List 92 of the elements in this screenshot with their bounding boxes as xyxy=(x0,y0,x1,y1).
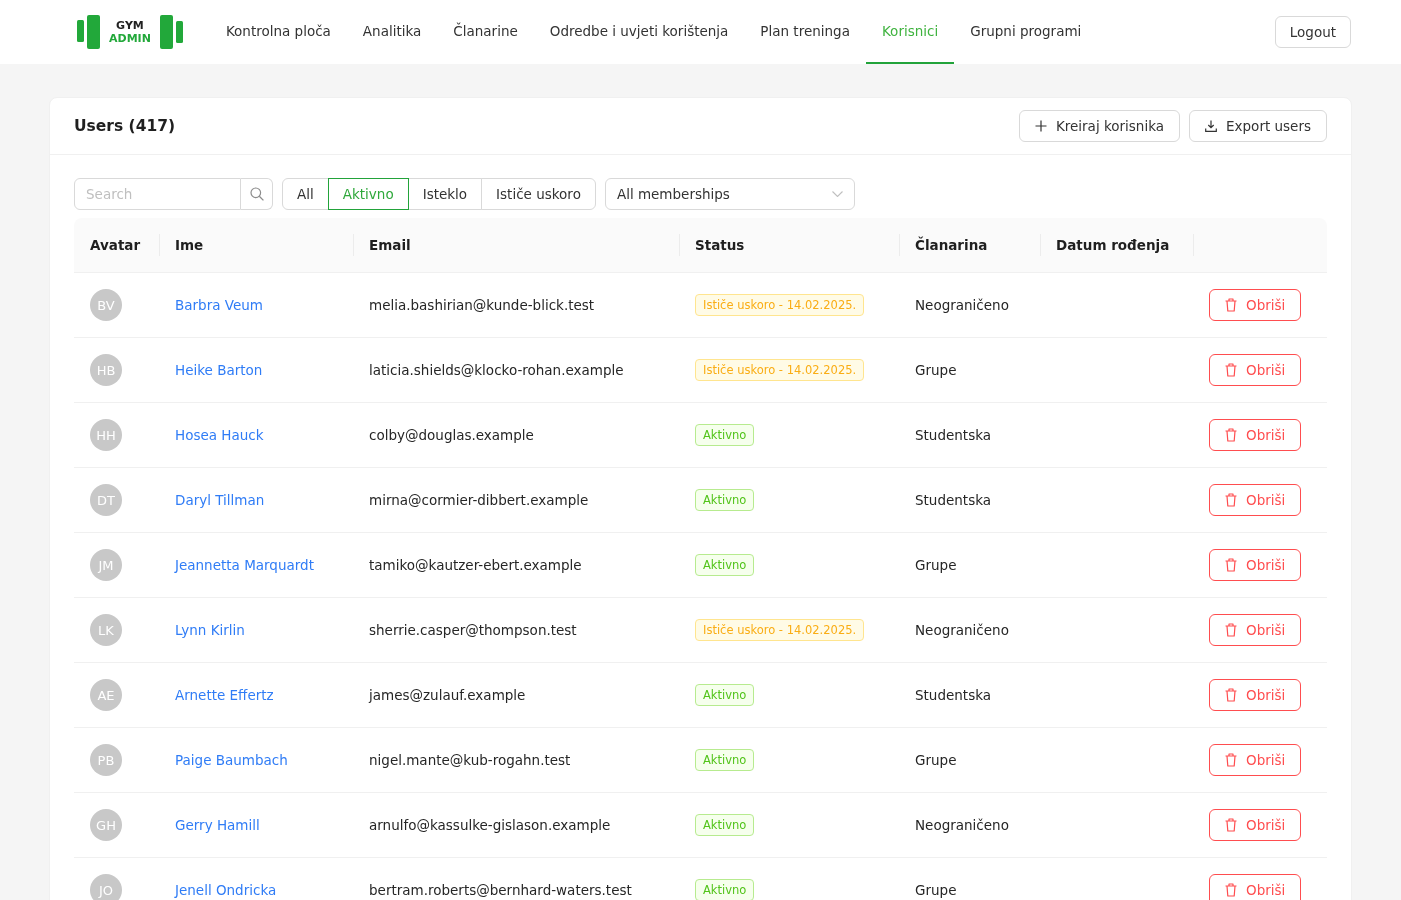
user-name-link[interactable]: Arnette Effertz xyxy=(175,687,274,703)
trash-icon xyxy=(1225,623,1237,637)
membership-cell: Grupe xyxy=(915,557,957,573)
status-filter-tab[interactable]: All xyxy=(282,178,329,210)
delete-button[interactable]: Obriši xyxy=(1209,614,1302,646)
logout-button[interactable]: Logout xyxy=(1274,16,1351,48)
trash-icon xyxy=(1225,753,1237,767)
trash-icon xyxy=(1225,428,1237,442)
email-cell: laticia.shields@klocko-rohan.example xyxy=(369,362,624,378)
membership-cell: Studentska xyxy=(915,427,992,443)
delete-button[interactable]: Obriši xyxy=(1209,289,1302,321)
nav-item[interactable]: Grupni programi xyxy=(954,0,1098,64)
delete-button[interactable]: Obriši xyxy=(1209,874,1302,900)
email-cell: james@zulauf.example xyxy=(369,687,526,703)
trash-icon xyxy=(1225,363,1237,377)
user-name-link[interactable]: Barbra Veum xyxy=(175,297,263,313)
email-cell: bertram.roberts@bernhard-waters.test xyxy=(369,882,632,898)
status-filter-tab[interactable]: Isteklo xyxy=(407,178,483,210)
membership-cell: Studentska xyxy=(915,687,992,703)
status-tag: Aktivno xyxy=(695,814,755,836)
trash-icon xyxy=(1225,688,1237,702)
weight-plates-icon xyxy=(159,15,183,49)
user-name-link[interactable]: Paige Baumbach xyxy=(175,752,288,768)
email-cell: melia.bashirian@kunde-blick.test xyxy=(369,297,595,313)
status-tag: Aktivno xyxy=(695,879,755,900)
trash-icon xyxy=(1225,493,1237,507)
delete-button[interactable]: Obriši xyxy=(1209,744,1302,776)
logo-subtitle: ADMIN xyxy=(109,32,151,45)
status-tag: Aktivno xyxy=(695,424,755,446)
nav-item[interactable]: Plan treninga xyxy=(744,0,866,64)
search-field[interactable]: Search xyxy=(74,178,241,210)
status-tag: Aktivno xyxy=(695,684,755,706)
trash-icon xyxy=(1225,298,1237,312)
email-cell: mirna@cormier-dibbert.example xyxy=(369,492,589,508)
nav-item[interactable]: Odredbe i uvjeti korištenja xyxy=(533,0,745,64)
download-icon xyxy=(1205,120,1218,132)
search-icon xyxy=(249,187,264,201)
user-name-link[interactable]: Jenell Ondricka xyxy=(175,882,277,898)
user-name-link[interactable]: Gerry Hamill xyxy=(175,817,260,833)
status-tag: Aktivno xyxy=(695,554,755,576)
email-cell: sherrie.casper@thompson.test xyxy=(369,622,577,638)
delete-button[interactable]: Obriši xyxy=(1209,679,1302,711)
status-tag: Aktivno xyxy=(695,749,755,771)
user-name-link[interactable]: Hosea Hauck xyxy=(175,427,264,443)
membership-cell: Neograničeno xyxy=(915,297,1009,313)
plus-icon xyxy=(1034,120,1047,132)
status-tag: Aktivno xyxy=(695,489,755,511)
export-button[interactable]: Export users xyxy=(1189,110,1327,142)
column-header: Email xyxy=(369,237,411,253)
status-tag: Ističe uskoro - 14.02.2025. xyxy=(695,359,865,381)
nav-item[interactable]: Kontrolna ploča xyxy=(209,0,347,64)
membership-cell: Studentska xyxy=(915,492,992,508)
column-header: Datum rođenja xyxy=(1056,237,1170,253)
user-name-link[interactable]: Lynn Kirlin xyxy=(175,622,245,638)
delete-button[interactable]: Obriši xyxy=(1209,809,1302,841)
membership-cell: Grupe xyxy=(915,752,957,768)
membership-cell: Grupe xyxy=(915,362,957,378)
column-header: Avatar xyxy=(90,237,141,253)
email-cell: nigel.mante@kub-rogahn.test xyxy=(369,752,571,768)
status-tag: Ističe uskoro - 14.02.2025. xyxy=(695,294,865,316)
nav-item[interactable]: Analitika xyxy=(346,0,438,64)
membership-cell: Neograničeno xyxy=(915,817,1009,833)
delete-button[interactable]: Obriši xyxy=(1209,354,1302,386)
nav-item[interactable]: Korisnici xyxy=(865,0,955,64)
status-filter-tab[interactable]: Aktivno xyxy=(327,178,409,210)
email-cell: arnulfo@kassulke-gislason.example xyxy=(369,817,611,833)
email-cell: tamiko@kautzer-ebert.example xyxy=(369,557,582,573)
user-name-link[interactable]: Daryl Tillman xyxy=(175,492,265,508)
email-cell: colby@douglas.example xyxy=(369,427,534,443)
trash-icon xyxy=(1225,818,1237,832)
delete-button[interactable]: Obriši xyxy=(1209,549,1302,581)
trash-icon xyxy=(1225,883,1237,897)
status-filter-tab[interactable]: Ističe uskoro xyxy=(481,178,596,210)
user-name-link[interactable]: Heike Barton xyxy=(175,362,263,378)
delete-button[interactable]: Obriši xyxy=(1209,484,1302,516)
membership-select[interactable]: All memberships xyxy=(604,178,855,210)
trash-icon xyxy=(1225,558,1237,572)
membership-cell: Grupe xyxy=(915,882,957,898)
membership-cell: Neograničeno xyxy=(915,622,1009,638)
search-button[interactable] xyxy=(241,178,273,210)
user-name-link[interactable]: Jeannetta Marquardt xyxy=(175,557,314,573)
card-title: Users (417) xyxy=(74,117,176,135)
logo-title: GYM xyxy=(116,19,144,32)
weight-plates-icon xyxy=(77,15,100,49)
delete-button[interactable]: Obriši xyxy=(1209,419,1302,451)
status-tag: Ističe uskoro - 14.02.2025. xyxy=(695,619,865,641)
column-header: Članarina xyxy=(915,237,988,253)
column-header: Ime xyxy=(175,237,204,253)
column-header: Status xyxy=(695,237,745,253)
nav-item[interactable]: Članarine xyxy=(437,0,534,64)
create-button[interactable]: Kreiraj korisnika xyxy=(1018,110,1181,142)
chevron-down-icon xyxy=(831,191,843,197)
